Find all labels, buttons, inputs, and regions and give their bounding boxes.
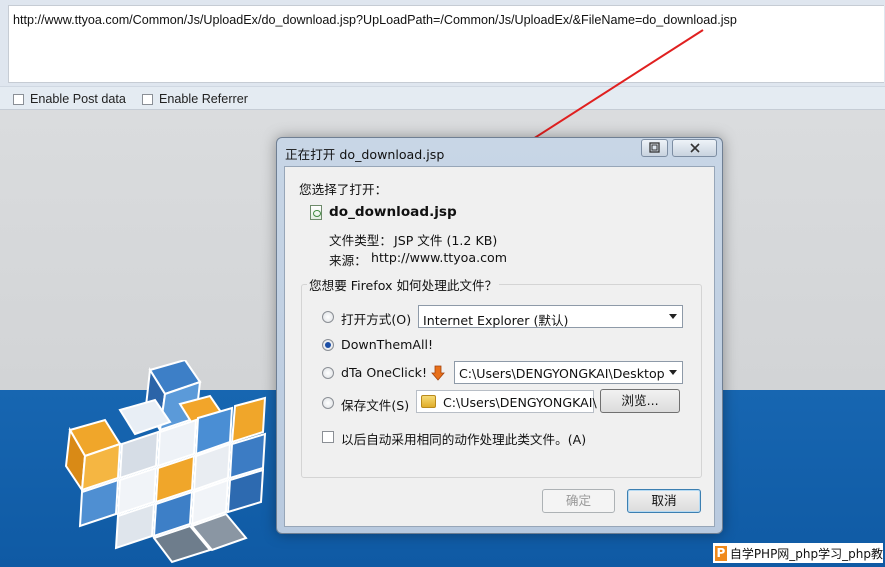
file-name: do_download.jsp <box>329 204 457 220</box>
dta-path-select[interactable]: C:\Users\DENGYONGKAI\Desktop\ <box>454 361 683 384</box>
save-path-field[interactable]: C:\Users\DENGYONGKAI\ <box>416 390 597 413</box>
dialog-body: 您选择了打开： do_download.jsp 文件类型： JSP 文件 (1.… <box>284 166 715 527</box>
dta-arrow-icon <box>431 365 445 381</box>
source-label: 来源： <box>329 253 367 268</box>
action-question: 您想要 Firefox 如何处理此文件？ <box>307 275 500 294</box>
downthemall-label[interactable]: DownThemAll! <box>341 337 433 352</box>
auto-action-checkbox[interactable] <box>322 431 334 443</box>
file-type-label: 文件类型： <box>329 233 392 248</box>
chose-label: 您选择了打开： <box>299 182 388 197</box>
open-with-app: Internet Explorer (默认) <box>423 313 569 328</box>
ok-button[interactable]: 确定 <box>542 489 615 513</box>
close-icon <box>689 143 700 153</box>
chevron-down-icon <box>669 370 677 375</box>
watermark-logo: P <box>715 545 727 561</box>
open-with-label[interactable]: 打开方式(O) <box>341 309 411 328</box>
browse-button[interactable]: 浏览... <box>600 389 680 413</box>
auto-action-label[interactable]: 以后自动采用相同的动作处理此类文件。(A) <box>341 429 586 448</box>
download-dialog: 正在打开 do_download.jsp 您选择了打开： do_download… <box>276 137 723 534</box>
cancel-button[interactable]: 取消 <box>627 489 701 513</box>
restore-button[interactable] <box>641 139 668 157</box>
save-path: C:\Users\DENGYONGKAI\ <box>443 395 597 410</box>
site-watermark: P 自学PHP网_php学习_php教 <box>713 543 883 563</box>
dta-path: C:\Users\DENGYONGKAI\Desktop\ <box>459 366 664 381</box>
dta-oneclick-radio[interactable] <box>322 367 334 379</box>
folder-icon <box>421 395 436 408</box>
jsp-file-icon <box>310 205 322 220</box>
downthemall-radio[interactable] <box>322 339 334 351</box>
open-with-radio[interactable] <box>322 311 334 323</box>
dta-oneclick-label[interactable]: dTa OneClick! <box>341 365 427 380</box>
save-file-radio[interactable] <box>322 397 334 409</box>
dialog-title: 正在打开 do_download.jsp <box>285 147 445 162</box>
open-with-select[interactable]: Internet Explorer (默认) <box>418 305 683 328</box>
close-button[interactable] <box>672 139 717 157</box>
restore-icon <box>648 142 660 153</box>
file-type-value: JSP 文件 (1.2 KB) <box>394 233 498 248</box>
watermark-text: 自学PHP网_php学习_php教 <box>729 546 883 561</box>
save-file-label[interactable]: 保存文件(S) <box>341 395 409 414</box>
source-value: http://www.ttyoa.com <box>371 250 507 265</box>
chevron-down-icon <box>669 314 677 319</box>
